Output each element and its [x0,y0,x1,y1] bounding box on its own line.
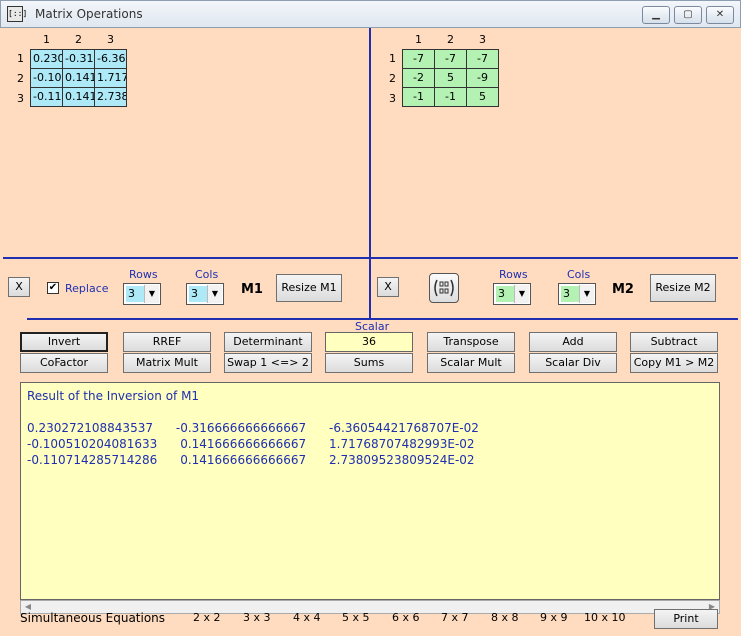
horizontal-divider-top [3,257,738,259]
m2-cell[interactable]: -1 [434,87,467,107]
m2-label: M2 [612,282,634,297]
equation-size-link[interactable]: 3 x 3 [243,611,271,624]
m1-label: M1 [241,282,263,297]
m1-row-header: 3 [17,92,24,105]
result-textbox[interactable]: Result of the Inversion of M1 0.23027210… [20,382,720,600]
m2-row-header: 3 [389,92,396,105]
window-title: Matrix Operations [35,7,143,21]
m1-cell[interactable]: -0.100 [30,68,63,88]
result-row: -0.110714285714286 0.141666666666667 2.7… [27,453,475,467]
resize-m1-button[interactable]: Resize M1 [276,274,342,302]
equation-size-link[interactable]: 8 x 8 [491,611,519,624]
result-row: -0.100510204081633 0.141666666666667 1.7… [27,437,475,451]
equation-size-link[interactable]: 2 x 2 [193,611,221,624]
client-area: 1 2 3 1 2 3 0.230 -0.316 -6.360 -0.100 0… [3,28,738,633]
equation-size-link[interactable]: 7 x 7 [441,611,469,624]
sums-button[interactable]: Sums [325,353,413,373]
scalar-input[interactable]: 36 [325,332,413,352]
clear-m1-button[interactable]: X [8,277,30,297]
vertical-divider [369,28,371,320]
cofactor-button[interactable]: CoFactor [20,353,108,373]
m2-rows-value: 3 [496,286,514,302]
chevron-down-icon: ▼ [579,285,594,303]
m2-col-header: 1 [415,33,422,46]
matrix-mult-button[interactable]: Matrix Mult [123,353,211,373]
m2-cell[interactable]: -2 [402,68,435,88]
copy-m1-m2-button[interactable]: Copy M1 > M2 [630,353,718,373]
equation-size-link[interactable]: 4 x 4 [293,611,321,624]
m1-row-header: 1 [17,52,24,65]
m2-cell[interactable]: 5 [466,87,499,107]
add-button[interactable]: Add [529,332,617,352]
m1-rows-select[interactable]: 3 ▼ [123,283,161,305]
m1-col-header: 3 [107,33,114,46]
determinant-button[interactable]: Determinant [224,332,312,352]
equation-size-link[interactable]: 5 x 5 [342,611,370,624]
m2-cell[interactable]: -9 [466,68,499,88]
m2-cell[interactable]: -7 [434,49,467,69]
result-row: 0.230272108843537 -0.316666666666667 -6.… [27,421,479,435]
swap-button[interactable]: Swap 1 <=> 2 [224,353,312,373]
m2-cell[interactable]: -7 [466,49,499,69]
replace-label: Replace [65,282,109,295]
m1-cell[interactable]: -6.360 [94,49,127,69]
m1-col-header: 1 [43,33,50,46]
m1-cell[interactable]: -0.110 [30,87,63,107]
resize-m2-button[interactable]: Resize M2 [650,274,716,302]
equation-size-link[interactable]: 6 x 6 [392,611,420,624]
result-title: Result of the Inversion of M1 [27,389,200,403]
rref-button[interactable]: RREF [123,332,211,352]
maximize-button[interactable]: ▢ [674,6,702,24]
matrix-app-icon[interactable]: [::] [7,6,27,22]
m2-cols-label: Cols [567,268,591,281]
m2-row-header: 2 [389,72,396,85]
m2-col-header: 2 [447,33,454,46]
m1-cell[interactable]: 0.1416 [62,87,95,107]
chevron-down-icon: ▼ [207,285,222,303]
m2-rows-select[interactable]: 3 ▼ [493,283,531,305]
scalar-div-button[interactable]: Scalar Div [529,353,617,373]
m2-cell[interactable]: -1 [402,87,435,107]
m2-cell[interactable]: 5 [434,68,467,88]
equation-size-link[interactable]: 9 x 9 [540,611,568,624]
m2-cell[interactable]: -7 [402,49,435,69]
title-bar: [::] Matrix Operations ▁ ▢ ✕ [0,0,741,28]
invert-button[interactable]: Invert [20,332,108,352]
swap-matrix-icon[interactable] [429,273,459,303]
chevron-down-icon: ▼ [144,285,159,303]
m1-rows-value: 3 [126,286,144,302]
m1-cell[interactable]: 2.738 [94,87,127,107]
minimize-button[interactable]: ▁ [642,6,670,24]
m1-col-header: 2 [75,33,82,46]
m2-cols-value: 3 [561,286,579,302]
m1-rows-label: Rows [129,268,158,281]
m1-cell[interactable]: 0.230 [30,49,63,69]
close-window-button[interactable]: ✕ [706,6,734,24]
m2-rows-label: Rows [499,268,528,281]
m2-row-header: 1 [389,52,396,65]
m1-row-header: 2 [17,72,24,85]
equation-size-link[interactable]: 10 x 10 [584,611,626,624]
subtract-button[interactable]: Subtract [630,332,718,352]
replace-checkbox[interactable]: ✔ [47,282,59,294]
m1-cell[interactable]: -0.316 [62,49,95,69]
print-button[interactable]: Print [654,609,718,629]
chevron-down-icon: ▼ [514,285,529,303]
simultaneous-equations-label: Simultaneous Equations [20,611,166,625]
m2-cols-select[interactable]: 3 ▼ [558,283,596,305]
clear-m2-button[interactable]: X [377,277,399,297]
m2-col-header: 3 [479,33,486,46]
m1-cols-select[interactable]: 3 ▼ [186,283,224,305]
scalar-mult-button[interactable]: Scalar Mult [427,353,515,373]
m1-cols-label: Cols [195,268,219,281]
m1-cell[interactable]: 1.7176 [94,68,127,88]
transpose-button[interactable]: Transpose [427,332,515,352]
m1-cell[interactable]: 0.1416 [62,68,95,88]
m1-cols-value: 3 [189,286,207,302]
